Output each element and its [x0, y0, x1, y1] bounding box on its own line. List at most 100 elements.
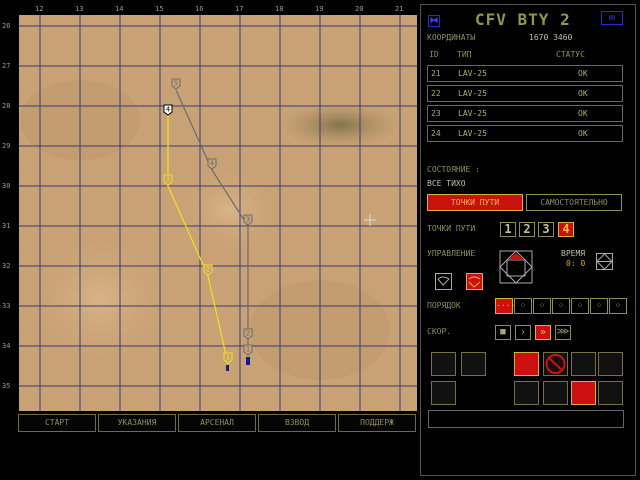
direction-pad-icon[interactable]: [499, 250, 533, 284]
speed-medium-button[interactable]: »: [535, 325, 551, 340]
y-tick-label: 35: [2, 382, 11, 390]
x-tick-label: 12: [35, 5, 44, 13]
svg-text:3: 3: [246, 216, 250, 224]
x-tick-label: 17: [235, 5, 244, 13]
regroup-icon[interactable]: [431, 381, 456, 405]
assault-icon[interactable]: [571, 381, 596, 405]
speed-label: СКОР.: [427, 327, 452, 336]
unit-row[interactable]: 22 LAV-25 OK: [427, 85, 623, 102]
unit-status: OK: [578, 109, 588, 118]
yellow-route-waypoint[interactable]: 2: [203, 264, 213, 276]
state-value: ВСЕ ТИХО: [427, 179, 466, 188]
order-wedge-button[interactable]: ⁘: [609, 298, 627, 314]
grey-route-waypoint[interactable]: 1: [243, 344, 253, 356]
overwatch-icon[interactable]: [598, 381, 623, 405]
unit-id: 21: [431, 69, 441, 78]
unit-type: LAV-25: [458, 89, 487, 98]
state-label: СОСТОЯНИЕ :: [427, 165, 480, 174]
x-tick-label: 21: [395, 5, 404, 13]
bypass-icon[interactable]: [543, 381, 568, 405]
svg-text:5: 5: [174, 80, 178, 88]
order-echelon-right-button[interactable]: ⁘: [552, 298, 570, 314]
speed-fast-button[interactable]: ⋙: [555, 325, 571, 340]
unit-type: LAV-25: [458, 69, 487, 78]
y-tick-label: 30: [2, 182, 11, 190]
grey-route-waypoint[interactable]: 3: [243, 214, 253, 226]
grey-route-waypoint[interactable]: 5: [171, 78, 181, 90]
unit-id: 24: [431, 129, 441, 138]
time-adjust-icon[interactable]: [596, 253, 613, 270]
unit-row[interactable]: 21 LAV-25 OK: [427, 65, 623, 82]
mail-icon[interactable]: ✉: [601, 11, 623, 25]
col-type: ТИП: [457, 50, 472, 59]
hold-fire-icon[interactable]: [543, 352, 568, 376]
unit-id: 23: [431, 109, 441, 118]
y-tick-label: 26: [2, 22, 11, 30]
unit-status: OK: [578, 69, 588, 78]
mode-waypoints-button[interactable]: ТОЧКИ ПУТИ: [427, 194, 523, 211]
fire-at-will-icon[interactable]: [514, 352, 539, 376]
tab-platoon[interactable]: ВЗВОД: [258, 414, 336, 432]
waypoint-1-button[interactable]: 1: [500, 222, 516, 237]
zoom-fit-icon[interactable]: ⧓: [428, 15, 440, 27]
tab-support[interactable]: ПОДДЕРЖ: [338, 414, 416, 432]
y-tick-label: 28: [2, 102, 11, 110]
coords-value: 1670 3460: [529, 33, 573, 42]
unit-marker-icon[interactable]: [226, 365, 229, 371]
unit-panel: ⧓ CFV BTY 2 ✉ КООРДИНАТЫ 1670 3460 ID ТИ…: [420, 4, 636, 476]
grey-route-waypoint[interactable]: 4: [207, 158, 217, 170]
svg-text:4: 4: [166, 106, 170, 114]
mount-icon[interactable]: [461, 352, 486, 376]
time-value: 0: 0: [566, 259, 586, 268]
tab-arsenal[interactable]: АРСЕНАЛ: [178, 414, 256, 432]
speed-stop-button[interactable]: ■: [495, 325, 511, 340]
time-label: ВРЕМЯ: [561, 249, 586, 258]
svg-text:2: 2: [246, 330, 250, 338]
y-tick-label: 31: [2, 222, 11, 230]
unit-type: LAV-25: [458, 109, 487, 118]
x-tick-label: 13: [75, 5, 84, 13]
speed-slow-button[interactable]: ›: [515, 325, 531, 340]
order-echelon-v-button[interactable]: ⁘: [533, 298, 551, 314]
x-tick-label: 20: [355, 5, 364, 13]
svg-text:4: 4: [210, 160, 214, 168]
unit-row[interactable]: 24 LAV-25 OK: [427, 125, 623, 142]
grey-route-waypoint[interactable]: 2: [243, 328, 253, 340]
x-tick-label: 15: [155, 5, 164, 13]
yellow-route-waypoint[interactable]: 3: [163, 174, 173, 186]
yellow-route-waypoint[interactable]: 1: [223, 352, 233, 364]
y-tick-label: 33: [2, 302, 11, 310]
unit-status: OK: [578, 89, 588, 98]
y-tick-label: 27: [2, 62, 11, 70]
y-tick-label: 34: [2, 342, 11, 350]
unit-marker-icon[interactable]: [246, 357, 250, 365]
formation-wedge-icon[interactable]: [435, 273, 452, 290]
tab-start[interactable]: СТАРТ: [18, 414, 96, 432]
col-id: ID: [429, 50, 439, 59]
order-echelon-left-button[interactable]: ⁘: [571, 298, 589, 314]
tactical-map[interactable]: 543214321: [0, 0, 420, 440]
advance-icon[interactable]: [514, 381, 539, 405]
unit-row[interactable]: 23 LAV-25 OK: [427, 105, 623, 122]
retreat-icon[interactable]: [598, 352, 623, 376]
smoke-icon[interactable]: [571, 352, 596, 376]
mode-autonomous-button[interactable]: САМОСТОЯТЕЛЬНО: [526, 194, 622, 211]
col-status: СТАТУС: [556, 50, 585, 59]
tab-orders[interactable]: УКАЗАНИЯ: [98, 414, 176, 432]
x-tick-label: 16: [195, 5, 204, 13]
waypoint-4-button[interactable]: 4: [558, 222, 574, 237]
yellow-route-waypoint[interactable]: 4: [163, 104, 173, 116]
unit-title: CFV BTY 2: [475, 10, 571, 29]
formation-vee-icon[interactable]: [466, 273, 483, 290]
order-column-button[interactable]: ····: [495, 298, 515, 314]
svg-text:1: 1: [246, 346, 250, 354]
dismount-icon[interactable]: [431, 352, 456, 376]
svg-text:2: 2: [206, 266, 210, 274]
order-staggered-button[interactable]: ⁘: [514, 298, 532, 314]
waypoints-label: ТОЧКИ ПУТИ: [427, 224, 476, 233]
waypoint-3-button[interactable]: 3: [538, 222, 554, 237]
order-label: ПОРЯДОК: [427, 301, 461, 310]
svg-text:1: 1: [226, 354, 230, 362]
waypoint-2-button[interactable]: 2: [519, 222, 535, 237]
order-file-button[interactable]: ⁘: [590, 298, 608, 314]
